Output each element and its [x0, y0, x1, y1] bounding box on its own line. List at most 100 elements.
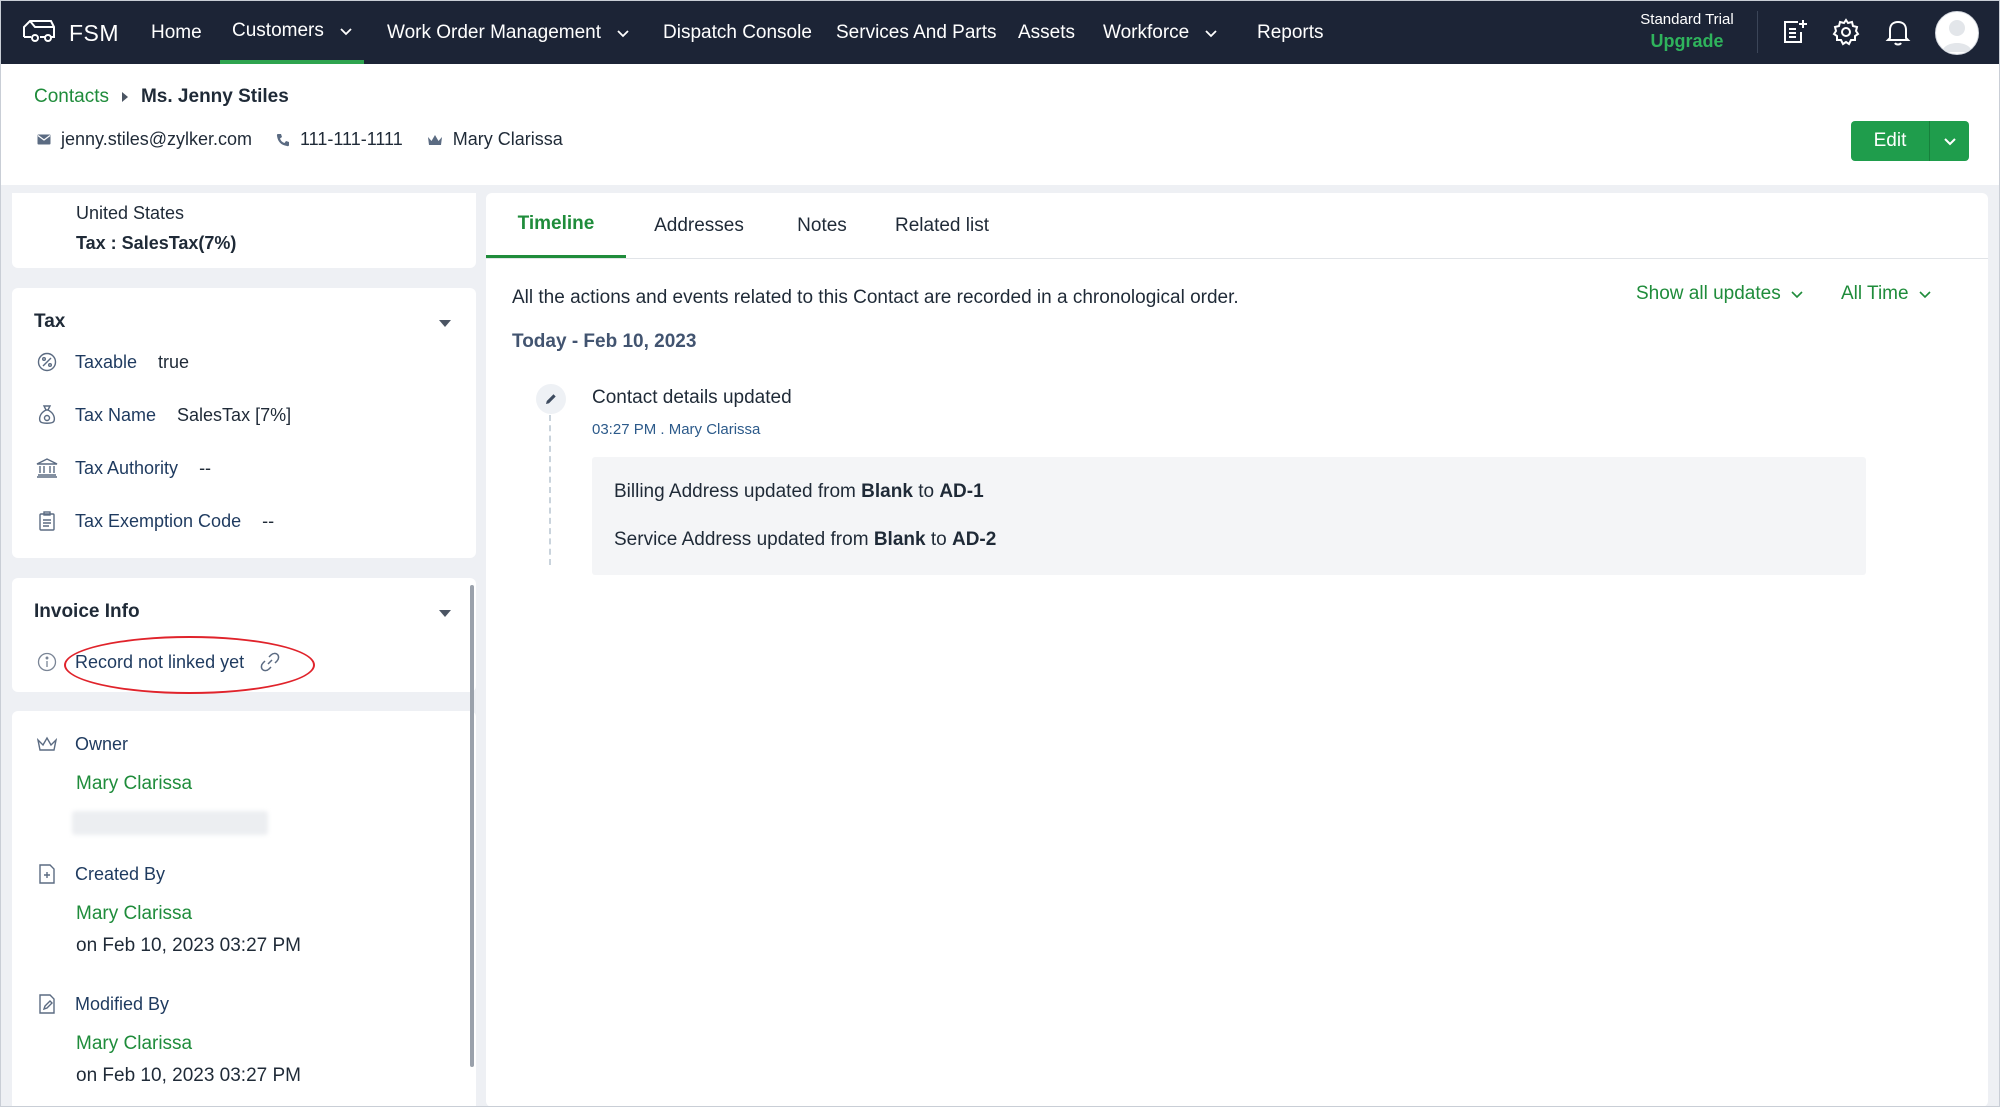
- brand-logo[interactable]: FSM: [21, 15, 119, 51]
- field-label: Created By: [75, 863, 166, 884]
- created-by-row: Created By: [36, 863, 165, 885]
- link-icon[interactable]: [260, 652, 280, 672]
- quick-create-icon[interactable]: [1778, 16, 1810, 48]
- contact-email: jenny.stiles@zylker.com: [37, 129, 252, 150]
- info-icon: [36, 651, 58, 673]
- record-tabs: Timeline Addresses Notes Related list: [486, 193, 1988, 259]
- filter-label: Show all updates: [1636, 283, 1781, 304]
- created-by-link[interactable]: Mary Clarissa: [76, 903, 192, 925]
- collapse-caret-icon[interactable]: [439, 610, 451, 617]
- nav-home[interactable]: Home: [151, 1, 202, 64]
- field-value: --: [262, 510, 275, 531]
- nav-label: Assets: [1018, 21, 1076, 43]
- crown-icon: [36, 733, 58, 755]
- timeline-node: [536, 384, 566, 414]
- field-value: SalesTax [7%]: [177, 404, 292, 425]
- nav-workforce[interactable]: Workforce: [1103, 1, 1217, 64]
- timeline-connector: [549, 415, 551, 565]
- tab-notes[interactable]: Notes: [772, 193, 872, 258]
- timeline-date-group: Today - Feb 10, 2023: [512, 331, 697, 352]
- field-label: Tax Authority: [75, 457, 179, 478]
- modified-by-link[interactable]: Mary Clarissa: [76, 1033, 192, 1055]
- filter-label: All Time: [1841, 283, 1909, 304]
- invoice-info-card: Invoice Info Record not linked yet: [12, 578, 476, 692]
- owner-row: Owner: [36, 733, 128, 755]
- modified-on: on Feb 10, 2023 03:27 PM: [76, 1065, 301, 1086]
- nav-dispatch-console[interactable]: Dispatch Console: [663, 1, 812, 64]
- nav-label: Home: [151, 21, 202, 43]
- left-panel-scrollbar[interactable]: [470, 585, 474, 1067]
- upgrade-link[interactable]: Upgrade: [1635, 31, 1739, 52]
- user-icon: [1942, 20, 1972, 52]
- field-value: --: [199, 457, 212, 478]
- change-from: Blank: [861, 481, 913, 502]
- phone-icon: [276, 133, 289, 146]
- owner-name-link[interactable]: Mary Clarissa: [76, 773, 192, 795]
- redacted-field: [72, 811, 268, 835]
- bell-icon[interactable]: [1882, 16, 1914, 48]
- change-mid: to: [918, 481, 935, 502]
- breadcrumb-contacts[interactable]: Contacts: [34, 86, 109, 108]
- modified-by-row: Modified By: [36, 993, 169, 1015]
- pencil-icon: [546, 394, 556, 404]
- nav-label: Dispatch Console: [663, 21, 812, 43]
- tax-name-row: Tax Name SalesTax [7%]: [36, 404, 291, 426]
- nav-label: Services And Parts: [836, 21, 997, 43]
- created-on: on Feb 10, 2023 03:27 PM: [76, 935, 301, 956]
- event-title: Contact details updated: [592, 387, 792, 408]
- change-prefix: Billing Address updated from: [614, 481, 856, 502]
- chevron-down-icon: [340, 27, 352, 35]
- user-avatar[interactable]: [1935, 11, 1979, 55]
- clipboard-icon: [36, 510, 58, 532]
- top-navigation: FSM Home Customers Work Order Management…: [1, 1, 1999, 64]
- money-bag-icon: [36, 404, 58, 426]
- owner-card: Owner Mary Clarissa Created By Mary Clar…: [12, 711, 476, 1106]
- caret-right-icon: [121, 92, 128, 102]
- tax-card: Tax Taxable true Tax Name SalesTax [7%]: [12, 288, 476, 558]
- contact-phone: 111-111-1111: [276, 129, 403, 150]
- nav-customers[interactable]: Customers: [220, 1, 364, 64]
- crown-icon: [427, 134, 442, 145]
- chevron-down-icon: [1791, 291, 1803, 299]
- email-text[interactable]: jenny.stiles@zylker.com: [61, 129, 252, 150]
- tab-timeline[interactable]: Timeline: [486, 193, 626, 258]
- change-to: AD-2: [951, 529, 997, 550]
- contact-owner: Mary Clarissa: [427, 129, 563, 150]
- truck-icon: [21, 17, 57, 50]
- phone-text[interactable]: 111-111-1111: [300, 129, 403, 150]
- gear-icon[interactable]: [1830, 16, 1862, 48]
- collapse-caret-icon[interactable]: [439, 320, 451, 327]
- tab-related-list[interactable]: Related list: [872, 193, 1012, 258]
- address-card: United States Tax : SalesTax(7%): [12, 193, 476, 268]
- change-prefix: Service Address updated from: [614, 529, 869, 550]
- field-label: Modified By: [75, 993, 170, 1014]
- nav-label: Reports: [1257, 21, 1324, 43]
- nav-reports[interactable]: Reports: [1257, 1, 1324, 64]
- nav-label: Workforce: [1103, 21, 1190, 43]
- bank-icon: [36, 457, 58, 479]
- edit-button[interactable]: Edit: [1851, 121, 1929, 161]
- left-details-panel: United States Tax : SalesTax(7%) Tax Tax…: [12, 193, 476, 1106]
- event-change-line: Billing Address updated from Blank to AD…: [614, 481, 984, 503]
- invoice-section-title: Invoice Info: [34, 601, 140, 622]
- owner-text: Mary Clarissa: [452, 129, 563, 149]
- updates-filter-dropdown[interactable]: Show all updates: [1636, 283, 1803, 305]
- tab-addresses[interactable]: Addresses: [626, 193, 772, 258]
- nav-services-and-parts[interactable]: Services And Parts: [836, 1, 997, 64]
- contact-meta: jenny.stiles@zylker.com 111-111-1111 Mar…: [37, 129, 587, 150]
- nav-assets[interactable]: Assets: [1018, 1, 1075, 64]
- chevron-down-icon: [1943, 138, 1956, 146]
- nav-divider: [1757, 11, 1758, 53]
- file-plus-icon: [36, 863, 58, 885]
- event-details: Billing Address updated from Blank to AD…: [592, 457, 1866, 575]
- taxable-row: Taxable true: [36, 351, 189, 373]
- brand-name: FSM: [69, 19, 120, 46]
- event-meta: 03:27 PM . Mary Clarissa: [592, 421, 761, 438]
- tax-percent-icon: [36, 351, 58, 373]
- edit-options-button[interactable]: [1929, 121, 1969, 161]
- field-value: true: [158, 351, 190, 372]
- time-filter-dropdown[interactable]: All Time: [1841, 283, 1931, 305]
- nav-work-order-management[interactable]: Work Order Management: [387, 1, 629, 64]
- field-label: Taxable: [75, 351, 138, 372]
- field-label: Tax Name: [75, 404, 157, 425]
